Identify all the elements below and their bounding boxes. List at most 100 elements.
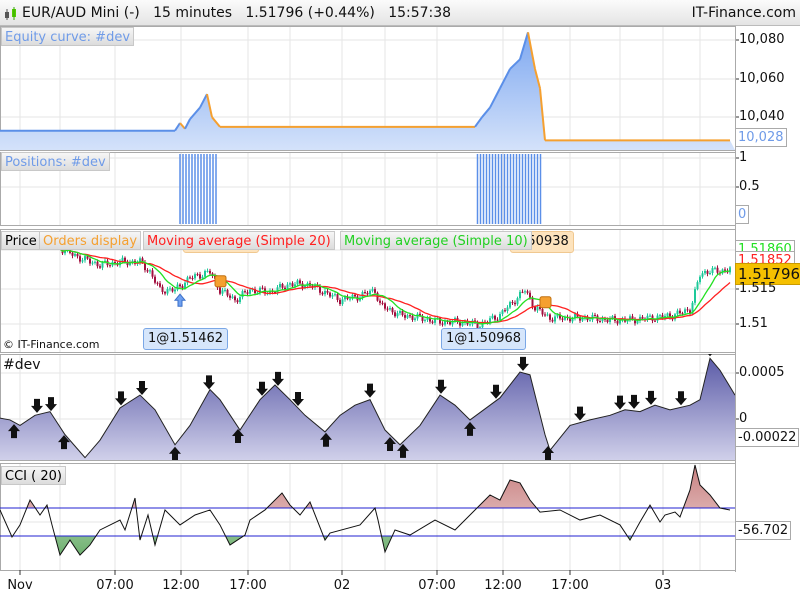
candle bbox=[676, 310, 679, 315]
positions-axis-tick: 1 bbox=[739, 150, 748, 165]
time-axis-tick: 02 bbox=[333, 578, 351, 593]
candle bbox=[164, 291, 166, 294]
candle bbox=[424, 319, 426, 321]
legend-price[interactable]: Price bbox=[1, 231, 41, 250]
candle bbox=[169, 288, 171, 290]
candle bbox=[124, 257, 126, 262]
cci-current-value: -56.702 bbox=[735, 521, 792, 540]
candle bbox=[341, 299, 344, 305]
candle bbox=[236, 300, 239, 303]
equity-area bbox=[0, 32, 735, 150]
equity-panel-label[interactable]: Equity curve: #dev bbox=[1, 27, 135, 46]
candle bbox=[329, 292, 331, 297]
sell-arrow-icon bbox=[614, 395, 626, 410]
candle bbox=[706, 270, 709, 274]
cci-panel-label[interactable]: CCI ( 20) bbox=[1, 466, 66, 485]
candle bbox=[71, 252, 74, 256]
candle bbox=[166, 289, 169, 294]
legend-ma20[interactable]: Moving average (Simple 20) bbox=[143, 231, 335, 250]
candle bbox=[594, 314, 596, 316]
candle bbox=[411, 315, 414, 320]
candle bbox=[204, 270, 206, 277]
candle bbox=[89, 258, 91, 264]
candle bbox=[426, 318, 429, 320]
candle bbox=[121, 257, 124, 262]
candle bbox=[504, 310, 506, 312]
candle bbox=[109, 265, 111, 267]
candle bbox=[149, 270, 151, 272]
candle bbox=[599, 321, 601, 323]
candle bbox=[701, 273, 704, 277]
candle bbox=[96, 261, 99, 267]
candle bbox=[286, 284, 289, 290]
candle bbox=[146, 270, 149, 272]
order-marker bbox=[539, 296, 552, 309]
candle bbox=[554, 316, 556, 322]
candle bbox=[654, 320, 656, 322]
candle bbox=[86, 256, 89, 259]
candle bbox=[394, 312, 396, 317]
candle bbox=[94, 261, 96, 263]
candle bbox=[531, 297, 534, 307]
candle bbox=[159, 283, 161, 287]
candle bbox=[536, 306, 539, 311]
candle bbox=[509, 302, 511, 308]
candle bbox=[386, 308, 389, 310]
legend-orders-display[interactable]: Orders display bbox=[39, 231, 142, 250]
candle bbox=[649, 315, 651, 317]
candle bbox=[226, 289, 229, 296]
candle bbox=[91, 262, 94, 264]
candle bbox=[231, 296, 234, 298]
sell-arrow-icon bbox=[272, 371, 284, 386]
sell-arrow-icon bbox=[136, 381, 148, 396]
candle bbox=[336, 294, 339, 300]
candle bbox=[349, 298, 351, 300]
candle bbox=[631, 316, 634, 319]
price-series bbox=[59, 245, 731, 331]
candle bbox=[154, 276, 156, 283]
candle bbox=[516, 298, 519, 305]
dev-panel-label[interactable]: #dev bbox=[3, 357, 41, 373]
time-axis-tick: 12:00 bbox=[484, 578, 522, 593]
candle bbox=[384, 303, 386, 309]
buy-arrow-icon bbox=[173, 293, 187, 307]
candle bbox=[74, 254, 76, 256]
panel-frame bbox=[0, 152, 736, 226]
order-label: 1@1.51462 bbox=[143, 328, 229, 350]
time-axis-tick: 12:00 bbox=[162, 578, 200, 593]
candle bbox=[234, 296, 236, 301]
chart-canvas[interactable] bbox=[0, 0, 800, 600]
candle bbox=[541, 309, 544, 315]
candle bbox=[724, 269, 726, 271]
candle bbox=[84, 256, 86, 261]
candle bbox=[704, 270, 706, 274]
candle bbox=[399, 311, 401, 314]
candle bbox=[246, 292, 249, 294]
candle bbox=[371, 289, 374, 291]
equity-current-value: 10,028 bbox=[735, 128, 787, 147]
candle bbox=[699, 276, 701, 283]
candle bbox=[191, 278, 194, 280]
candle bbox=[179, 284, 181, 287]
time-axis-tick: 07:00 bbox=[418, 578, 456, 593]
time-axis-tick: Nov bbox=[7, 578, 33, 593]
candle bbox=[666, 313, 669, 316]
candle bbox=[679, 310, 681, 314]
sell-arrow-icon bbox=[115, 391, 127, 406]
candle bbox=[659, 315, 661, 317]
candle bbox=[519, 291, 521, 299]
candle bbox=[249, 289, 251, 294]
candle bbox=[711, 268, 714, 273]
candle bbox=[641, 316, 644, 319]
time-axis-tick: 17:00 bbox=[551, 578, 589, 593]
candle bbox=[171, 288, 174, 292]
candle bbox=[81, 260, 84, 262]
candle bbox=[99, 266, 101, 268]
positions-panel-label[interactable]: Positions: #dev bbox=[1, 152, 110, 171]
candle bbox=[281, 284, 284, 288]
candle bbox=[696, 282, 699, 290]
legend-ma10[interactable]: Moving average (Simple 10) bbox=[340, 231, 532, 250]
candle bbox=[409, 315, 411, 317]
equity-axis-tick: 10,040 bbox=[739, 109, 785, 124]
candle bbox=[114, 261, 116, 263]
